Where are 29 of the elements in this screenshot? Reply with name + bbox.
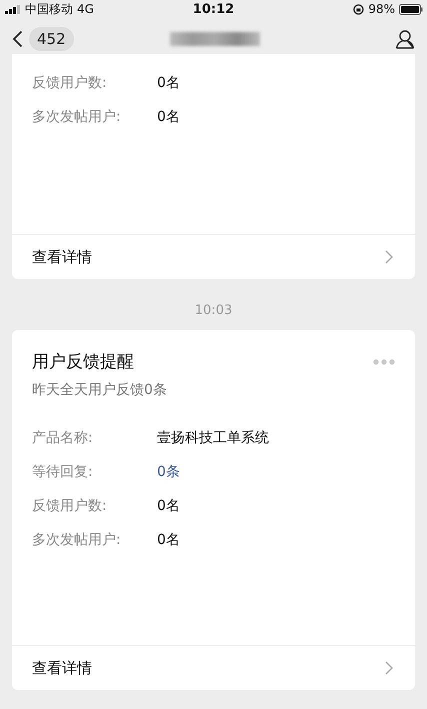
field-label: 等待回复: xyxy=(32,463,94,481)
chevron-icon xyxy=(385,661,393,675)
field-value: 0名 xyxy=(157,74,180,92)
back-icon[interactable] xyxy=(12,30,23,48)
battery-icon xyxy=(399,4,423,14)
message-time: 10:03 xyxy=(194,303,232,318)
field-label: 多次发帖用户: xyxy=(32,531,122,549)
chevron-icon xyxy=(385,250,393,264)
field-value: 0名 xyxy=(157,531,180,549)
field-value: 0名 xyxy=(157,108,180,126)
details-link[interactable]: 查看详情 xyxy=(12,234,415,279)
field-value[interactable]: 0条 xyxy=(157,463,180,481)
battery-percent: 98% xyxy=(368,2,395,16)
field-label: 反馈用户数: xyxy=(32,497,108,515)
card-subtitle: 昨天全天用户反馈0条 xyxy=(31,381,168,399)
field-label: 产品名称: xyxy=(32,429,94,447)
field-value: 壹扬科技工单系统 xyxy=(157,429,269,447)
signal-icon xyxy=(5,4,21,14)
unread-count: 452 xyxy=(29,27,74,51)
card-title: 用户反馈提醒 xyxy=(32,351,134,373)
carrier-name: 中国移动 xyxy=(25,0,73,18)
field-label: 反馈用户数: xyxy=(32,74,108,92)
field-value: 0名 xyxy=(157,497,180,515)
clock: 10:12 xyxy=(192,2,234,16)
person-icon[interactable] xyxy=(395,29,415,49)
details-link[interactable]: 查看详情 xyxy=(12,645,415,690)
rotation-lock-icon xyxy=(353,4,364,14)
network-type: 4G xyxy=(77,2,94,16)
field-label: 多次发帖用户: xyxy=(32,108,122,126)
